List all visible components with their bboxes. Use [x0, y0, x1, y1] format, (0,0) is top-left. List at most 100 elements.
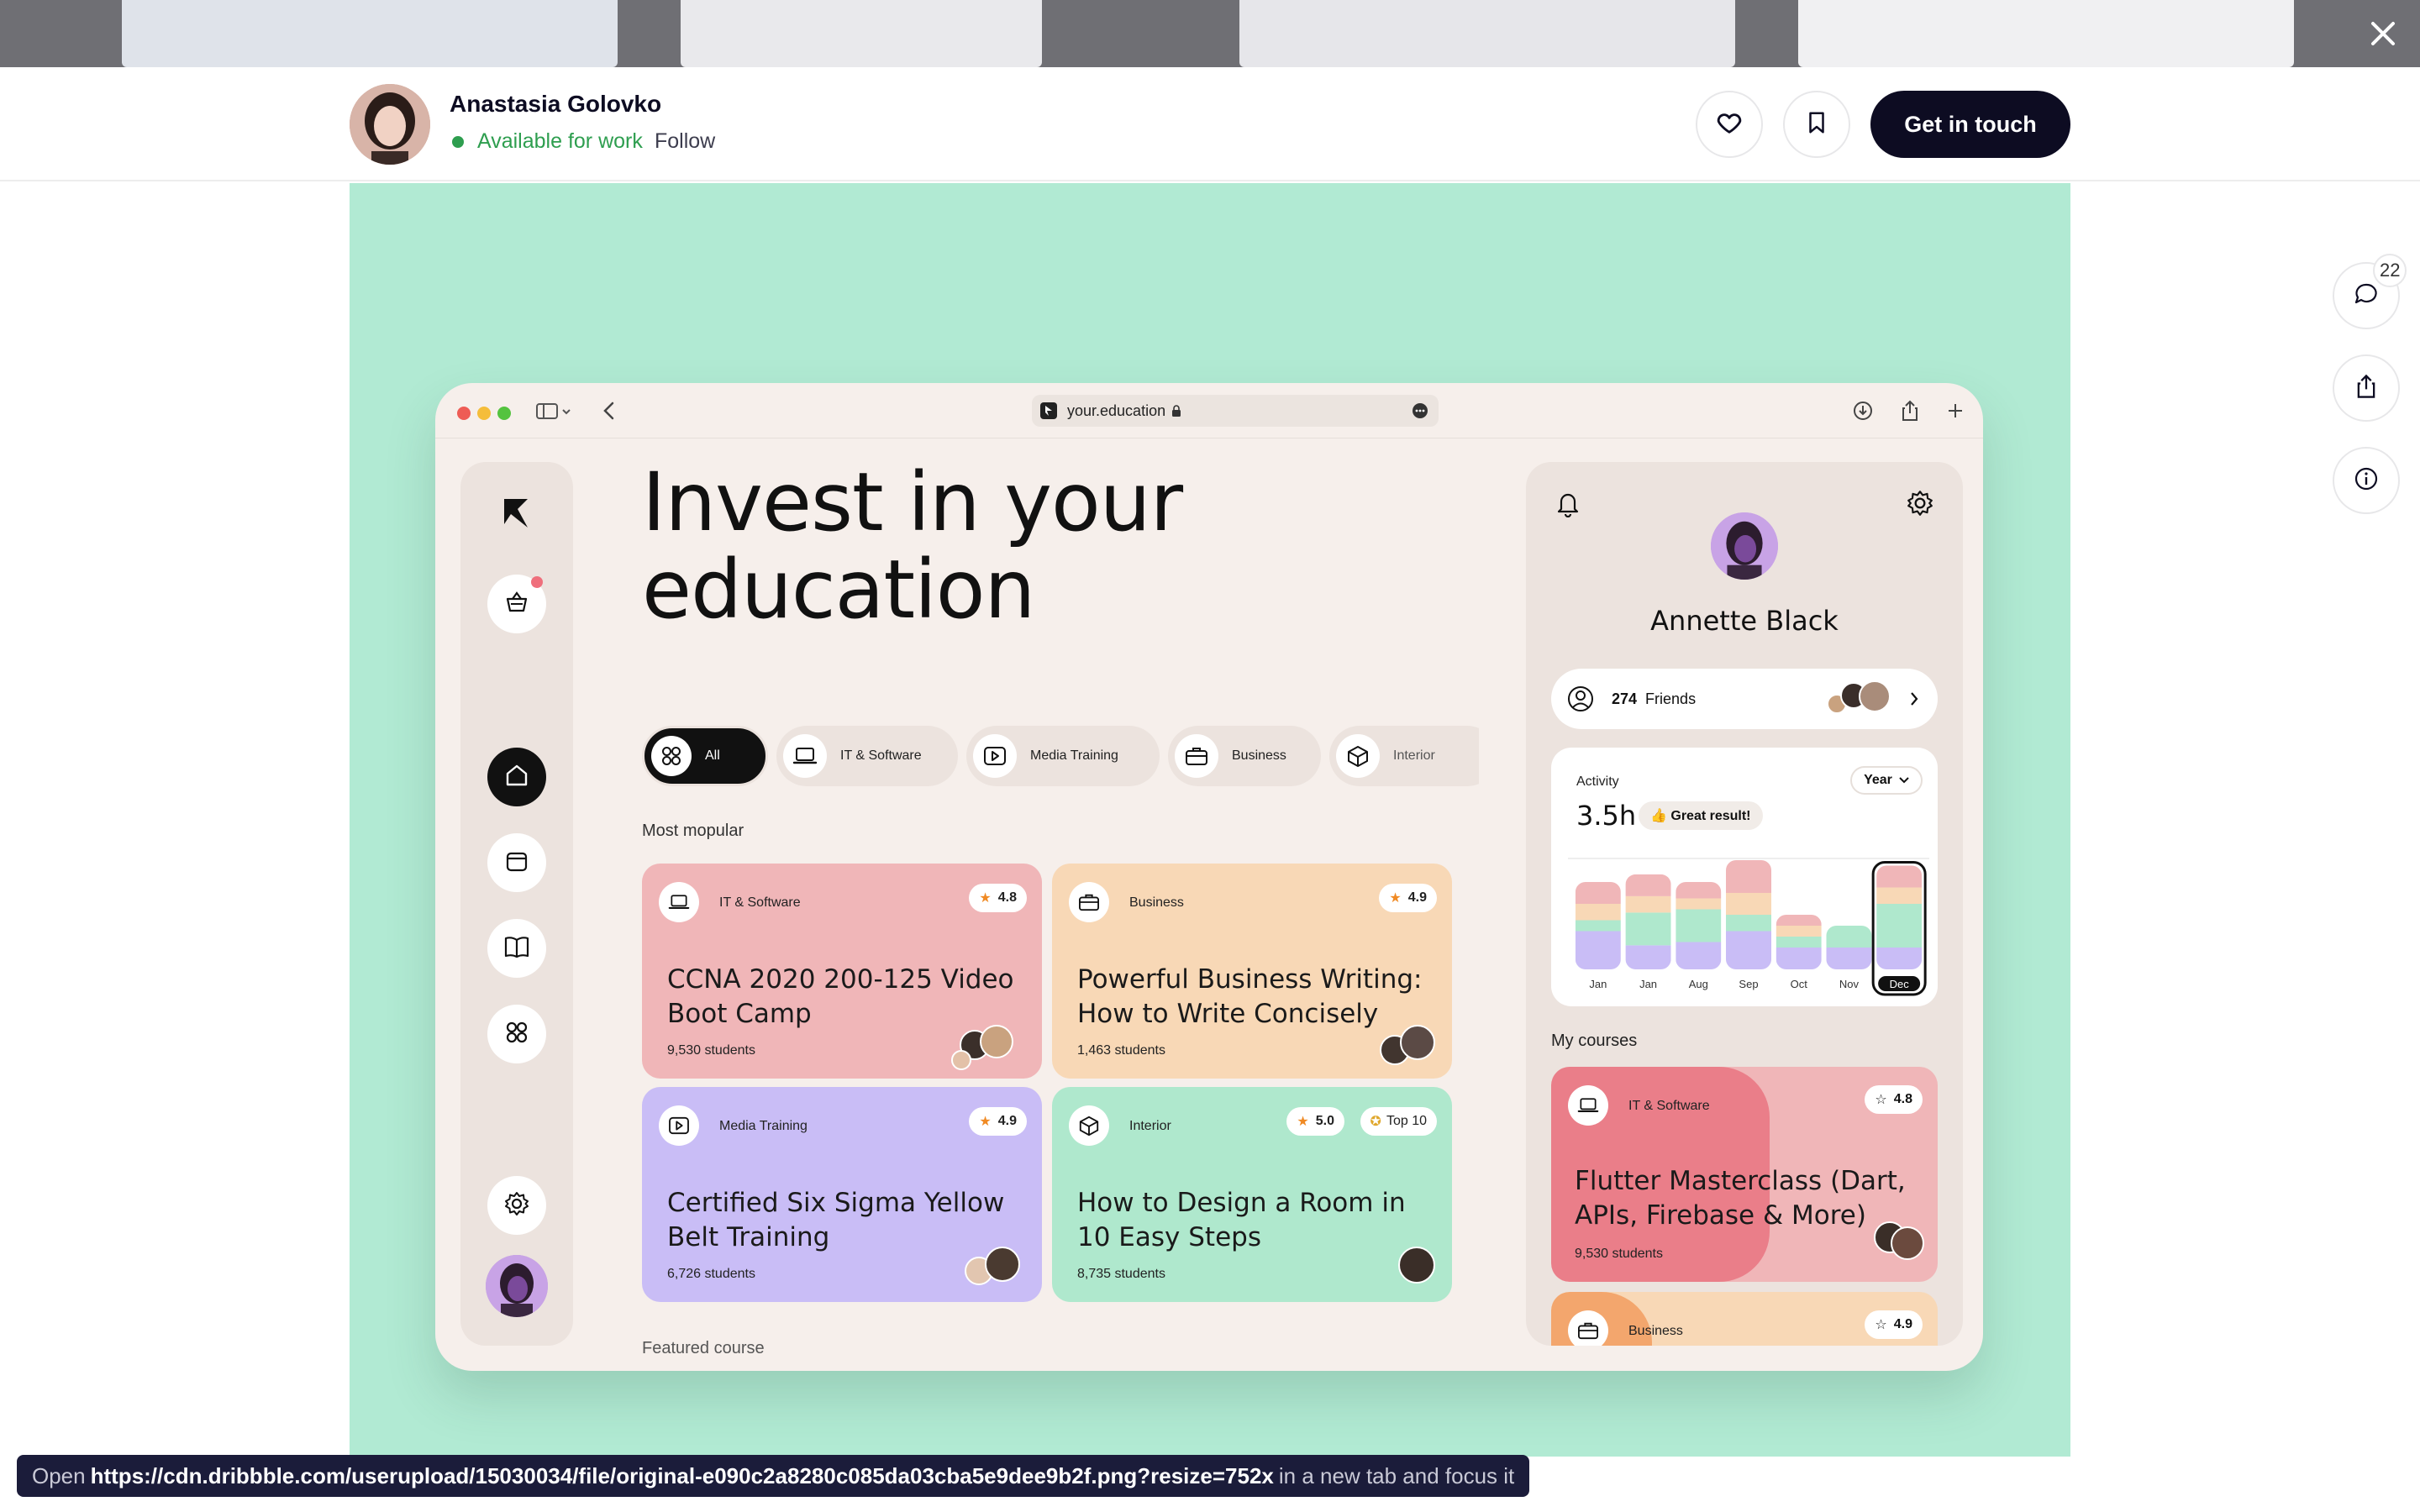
result-badge: 👍 Great result! — [1639, 801, 1763, 830]
close-icon[interactable] — [2365, 15, 2402, 52]
chart-bar-segment — [1726, 893, 1771, 915]
close-window-icon[interactable] — [457, 407, 471, 420]
student-count: 9,530 students — [1575, 1247, 1663, 1261]
status-url: https://cdn.dribbble.com/userupload/1503… — [90, 1462, 1274, 1488]
chart-bar-segment — [1876, 887, 1923, 904]
student-avatar — [1891, 1226, 1924, 1260]
apps-nav-button[interactable] — [487, 1005, 546, 1063]
chart-tick-label: Jan — [1639, 978, 1657, 990]
user-avatar[interactable] — [486, 1255, 548, 1317]
category-filter: All IT & Software Media Training Busines… — [642, 726, 1479, 788]
chart-bar-segment — [1676, 909, 1722, 942]
designer-name[interactable]: Anastasia Golovko — [450, 91, 661, 118]
download-icon[interactable] — [1850, 398, 1876, 423]
address-bar[interactable]: your.education — [1032, 395, 1439, 427]
sidebar-toggle-icon[interactable] — [534, 398, 575, 423]
course-title: Flutter Masterclass (Dart, APIs, Firebas… — [1575, 1166, 1906, 1231]
chart-tick-label: Aug — [1689, 978, 1708, 990]
student-avatar — [1398, 1247, 1435, 1284]
briefcase-icon — [1069, 882, 1109, 922]
chart-bar-segment — [1876, 865, 1923, 888]
chart-bar-segment — [1726, 931, 1771, 969]
student-count: 6,726 students — [667, 1267, 755, 1281]
rating-value: 4.9 — [997, 1114, 1017, 1128]
settings-nav-button[interactable] — [487, 1176, 546, 1235]
info-icon — [2353, 465, 2380, 496]
availability-status: Available for work — [452, 129, 643, 154]
chip-it-software[interactable]: IT & Software — [776, 726, 958, 786]
follow-link[interactable]: Follow — [655, 129, 715, 154]
chevron-right-icon — [1909, 690, 1919, 711]
new-tab-icon[interactable] — [1943, 398, 1968, 423]
my-course-card[interactable]: IT & Software ☆ 4.8 Flutter Masterclass (… — [1551, 1067, 1938, 1282]
course-category: Business — [1628, 1324, 1683, 1338]
more-options-icon[interactable] — [1412, 402, 1428, 419]
site-favicon-icon — [1040, 402, 1057, 419]
star-icon: ★ — [1297, 1115, 1309, 1129]
rating-value: 4.8 — [1893, 1092, 1912, 1106]
course-card[interactable]: Interior ★ 5.0 ✪ Top 10 How to Design a Ro… — [1052, 1087, 1452, 1302]
rating-badge: ☆ 4.8 — [1865, 1085, 1923, 1114]
course-category: IT & Software — [1628, 1099, 1710, 1113]
cart-button[interactable] — [487, 575, 546, 633]
period-select[interactable]: Year — [1850, 766, 1923, 795]
chart-bar-segment — [1575, 920, 1621, 932]
status-suffix: in a new tab and focus it — [1278, 1462, 1515, 1488]
course-card[interactable]: IT & Software ★ 4.8 CCNA 2020 200-125 Vid… — [642, 864, 1042, 1079]
chart-bar-segment — [1826, 926, 1872, 948]
friends-row[interactable]: 274 Friends — [1551, 669, 1938, 729]
course-title: How to Design a Room in 10 Easy Steps — [1077, 1188, 1406, 1252]
chip-all[interactable]: All — [642, 726, 768, 786]
gear-icon — [503, 1190, 530, 1221]
calendar-nav-button[interactable] — [487, 833, 546, 892]
share-button[interactable] — [2333, 354, 2400, 422]
period-value: Year — [1864, 773, 1892, 787]
info-button[interactable] — [2333, 447, 2400, 514]
app-logo-icon[interactable] — [499, 496, 533, 533]
backdrop-thumbnail — [1239, 0, 1735, 67]
comment-count-badge: 22 — [2373, 254, 2407, 287]
chart-bar-segment — [1625, 945, 1671, 969]
calendar-icon — [504, 848, 529, 878]
chart-tick-label: Dec — [1890, 978, 1910, 990]
get-in-touch-button[interactable]: Get in touch — [1870, 91, 2070, 158]
gear-icon[interactable] — [1906, 489, 1934, 522]
play-icon — [973, 734, 1017, 778]
library-nav-button[interactable] — [487, 919, 546, 978]
student-avatar — [1400, 1025, 1435, 1060]
user-circle-icon — [1566, 685, 1595, 713]
my-course-card[interactable]: Business ☆ 4.9 — [1551, 1292, 1938, 1346]
bookmark-button[interactable] — [1783, 91, 1850, 158]
bell-icon[interactable] — [1555, 489, 1581, 522]
designer-avatar[interactable] — [350, 84, 430, 165]
chip-business[interactable]: Business — [1168, 726, 1321, 786]
bookmark-icon — [1804, 110, 1829, 139]
home-nav-button[interactable] — [487, 748, 546, 806]
chart-bar-segment — [1776, 915, 1822, 926]
course-card[interactable]: Business ★ 4.9 Powerful Business Writing:… — [1052, 864, 1452, 1079]
back-icon[interactable] — [597, 398, 622, 423]
maximize-window-icon[interactable] — [497, 407, 511, 420]
minimize-window-icon[interactable] — [477, 407, 491, 420]
star-icon: ★ — [1389, 891, 1402, 906]
profile-avatar[interactable] — [1711, 512, 1778, 580]
share-icon[interactable] — [1897, 398, 1923, 423]
student-avatar — [980, 1025, 1013, 1058]
lock-icon — [1171, 404, 1182, 417]
friend-avatar — [1859, 680, 1891, 712]
like-button[interactable] — [1696, 91, 1763, 158]
chip-interior[interactable]: Interior — [1329, 726, 1479, 786]
briefcase-icon — [1568, 1310, 1608, 1346]
home-icon — [503, 762, 530, 793]
briefcase-icon — [1175, 734, 1218, 778]
student-count: 9,530 students — [667, 1043, 755, 1058]
chip-media-training[interactable]: Media Training — [966, 726, 1160, 786]
course-card[interactable]: Media Training ★ 4.9 Certified Six Sigma … — [642, 1087, 1042, 1302]
availability-label: Available for work — [477, 129, 643, 153]
page-headline: Invest in your education — [642, 459, 1183, 633]
star-icon: ★ — [979, 1115, 992, 1129]
profile-panel: Annette Black 274 Friends Activity Year … — [1526, 462, 1963, 1346]
chart-bar-segment — [1876, 948, 1923, 969]
chip-label: Media Training — [1030, 748, 1118, 763]
star-icon: ☆ — [1875, 1318, 1887, 1332]
